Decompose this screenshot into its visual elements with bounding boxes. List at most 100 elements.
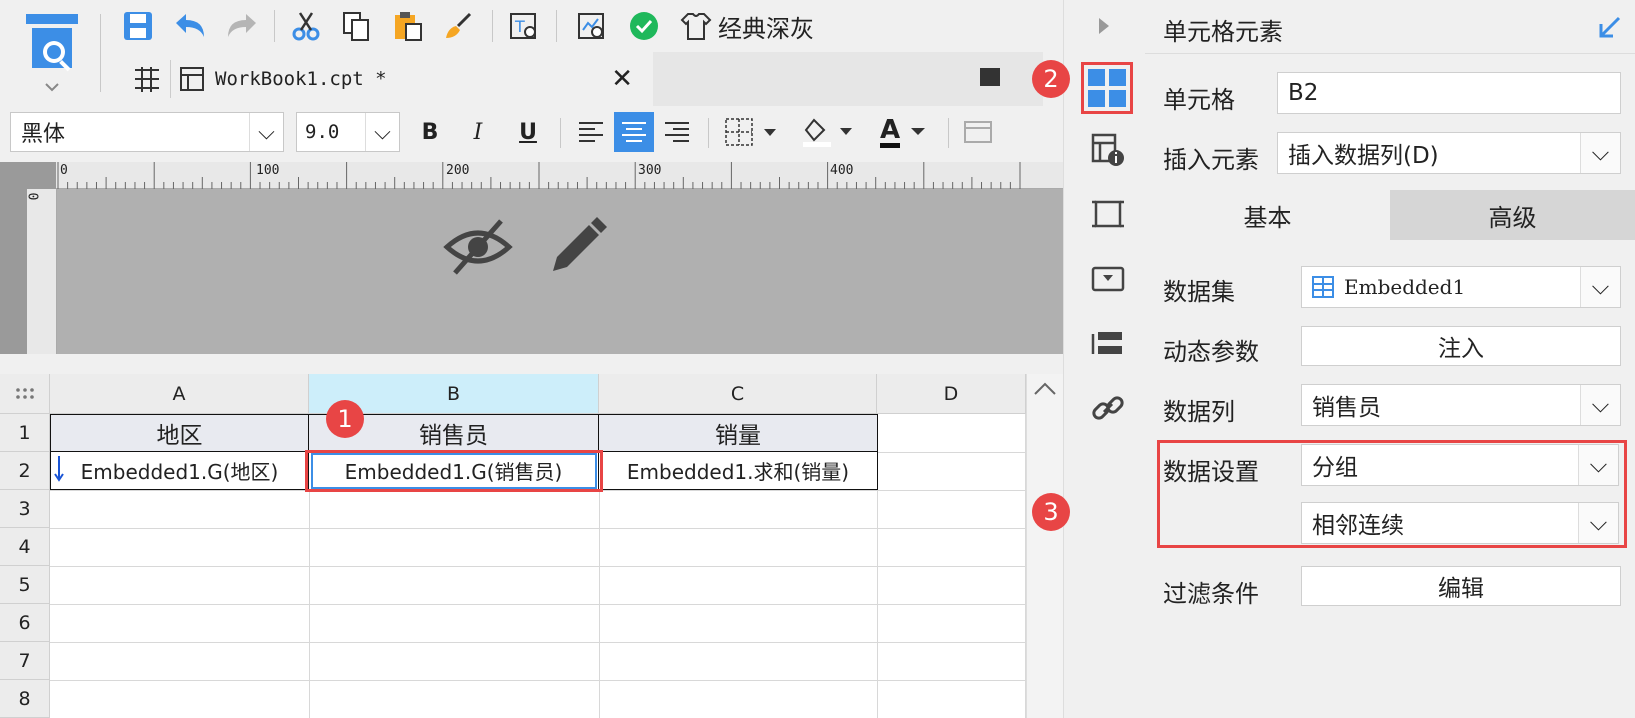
tab-advanced[interactable]: 高级: [1390, 190, 1635, 240]
edit-parameter-button[interactable]: [545, 215, 609, 279]
font-name-value: 黑体: [21, 122, 66, 147]
ruler-label: 0: [27, 192, 43, 201]
tab-workbook[interactable]: WorkBook1.cpt * ✕: [120, 52, 653, 106]
cell-a2[interactable]: Embedded1.G(地区): [50, 452, 309, 490]
row-header-3[interactable]: 3: [0, 490, 50, 528]
cut-button[interactable]: [288, 8, 324, 44]
row-header-6[interactable]: 6: [0, 604, 50, 642]
align-right-button[interactable]: [658, 112, 696, 152]
svg-text:T: T: [514, 17, 525, 36]
cell-address-input[interactable]: B2: [1277, 72, 1621, 114]
undo-button[interactable]: [170, 8, 210, 44]
cell-attribute-tab[interactable]: [1090, 132, 1126, 168]
row-header-1[interactable]: 1: [0, 414, 50, 452]
panel-header: 单元格元素: [1145, 0, 1635, 54]
column-header-d[interactable]: D: [877, 374, 1026, 414]
format-painter-button[interactable]: [440, 8, 476, 44]
app-menu-button[interactable]: [18, 12, 86, 94]
hyperlink-tab[interactable]: [1090, 390, 1126, 426]
row-header-8[interactable]: 8: [0, 680, 50, 718]
redo-button[interactable]: [222, 8, 262, 44]
dropdown-box-icon: [1091, 266, 1125, 292]
row-header-2[interactable]: 2: [0, 452, 50, 490]
data-setting-value: 分组: [1312, 455, 1358, 481]
cell-c1[interactable]: 销量: [599, 414, 878, 452]
dataset-label: 数据集: [1163, 278, 1235, 306]
tab-filename: WorkBook1.cpt *: [215, 68, 387, 90]
close-tab-icon[interactable]: ✕: [611, 64, 633, 94]
collapse-panel-icon[interactable]: [1597, 14, 1623, 40]
step-badge-3: 3: [1032, 493, 1070, 531]
border-button[interactable]: [720, 112, 784, 152]
hide-toggle-button[interactable]: [443, 217, 513, 277]
text-find-button[interactable]: T: [506, 8, 542, 44]
inject-button[interactable]: 注入: [1301, 326, 1621, 366]
merge-cells-button[interactable]: [958, 112, 998, 152]
cell-c2[interactable]: Embedded1.求和(销量): [599, 452, 878, 490]
italic-button[interactable]: I: [460, 114, 496, 150]
border-icon: [725, 118, 776, 146]
vertical-ruler: 0: [27, 189, 57, 354]
bold-button[interactable]: B: [412, 114, 448, 150]
tab-more-icon[interactable]: [980, 68, 1000, 86]
edit-filter-button[interactable]: 编辑: [1301, 566, 1621, 606]
condition-tab[interactable]: [1090, 262, 1126, 298]
chevron-down-icon: [911, 128, 926, 135]
selection-border: [311, 453, 597, 489]
font-name-select[interactable]: 黑体 ⌵: [10, 112, 284, 152]
panel-title: 单元格元素: [1163, 18, 1283, 46]
insert-element-value: 插入数据列(D): [1288, 143, 1439, 169]
chevron-down-icon: ⌵: [1578, 445, 1618, 485]
tab-bar: WorkBook1.cpt * ✕: [120, 52, 1043, 106]
chevron-down-icon: ⌵: [1580, 267, 1620, 307]
preview-button[interactable]: [574, 8, 610, 44]
row-header-4[interactable]: 4: [0, 528, 50, 566]
text-search-icon: T: [510, 13, 536, 39]
chevron-down-icon: ⌵: [1580, 385, 1620, 425]
vertical-scrollbar[interactable]: [1026, 374, 1063, 718]
report-app-icon: [26, 14, 78, 92]
data-column-label: 数据列: [1163, 398, 1235, 426]
column-header-a[interactable]: A: [50, 374, 309, 414]
copy-button[interactable]: [338, 8, 374, 44]
tab-basic-label: 基本: [1243, 203, 1292, 232]
chevron-up-icon: [1034, 382, 1056, 395]
widget-tab[interactable]: [1090, 196, 1126, 232]
row-header-7[interactable]: 7: [0, 642, 50, 680]
grid-icon: [135, 67, 159, 92]
font-color-glyph: A: [879, 117, 901, 148]
list-stack-icon: [1091, 332, 1122, 354]
theme-label: 经典深灰: [718, 14, 814, 43]
frame-icon: [1092, 200, 1124, 228]
layout-grid-icon: [1088, 69, 1126, 107]
cell-a1[interactable]: 地区: [50, 414, 309, 452]
underline-button[interactable]: U: [510, 114, 546, 150]
paste-button[interactable]: [390, 8, 426, 44]
font-color-button[interactable]: A: [872, 112, 936, 152]
fill-color-button[interactable]: [796, 112, 860, 152]
shirt-icon: [680, 13, 712, 40]
row-header-5[interactable]: 5: [0, 566, 50, 604]
column-header-c[interactable]: C: [599, 374, 877, 414]
select-all-corner[interactable]: [0, 374, 50, 414]
font-size-select[interactable]: 9.0 ⌵: [296, 112, 400, 152]
theme-button[interactable]: 经典深灰: [680, 8, 830, 44]
data-column-select[interactable]: 销售员 ⌵: [1301, 384, 1621, 426]
data-setting-label: 数据设置: [1163, 458, 1259, 486]
designer-workspace: T 经典深灰 WorkBook1.cpt * ✕ 黑体 ⌵ 9.0 ⌵ B I: [0, 0, 1063, 718]
chevron-down-icon: ⌵: [249, 113, 283, 151]
data-setting-select[interactable]: 分组 ⌵: [1301, 444, 1619, 486]
save-button[interactable]: [120, 8, 156, 44]
check-button[interactable]: [626, 8, 662, 44]
filter-label: 过滤条件: [1163, 580, 1259, 608]
cell-element-tab[interactable]: [1086, 67, 1128, 109]
align-center-button[interactable]: [614, 112, 654, 152]
horizontal-ruler: 0 100 200 300 400: [56, 162, 1063, 189]
insert-element-select[interactable]: 插入数据列(D) ⌵: [1277, 132, 1621, 174]
tab-basic[interactable]: 基本: [1145, 190, 1390, 240]
hyperlink-list-tab[interactable]: [1090, 326, 1126, 362]
collapse-arrow-icon[interactable]: [1094, 14, 1114, 38]
dataset-select[interactable]: Embedded1 ⌵: [1301, 266, 1621, 308]
align-left-button[interactable]: [572, 112, 610, 152]
group-mode-select[interactable]: 相邻连续 ⌵: [1301, 502, 1619, 544]
